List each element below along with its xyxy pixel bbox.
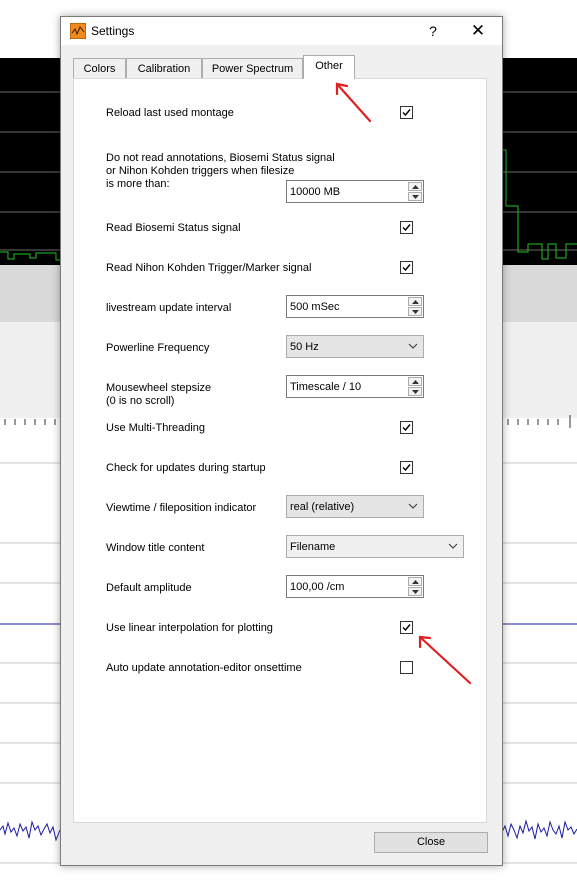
arrow-to-interpolation-checkbox xyxy=(418,635,472,685)
annotation-arrows xyxy=(335,82,472,685)
arrow-to-other-tab xyxy=(335,82,372,123)
tab-other[interactable]: Other xyxy=(303,55,355,79)
